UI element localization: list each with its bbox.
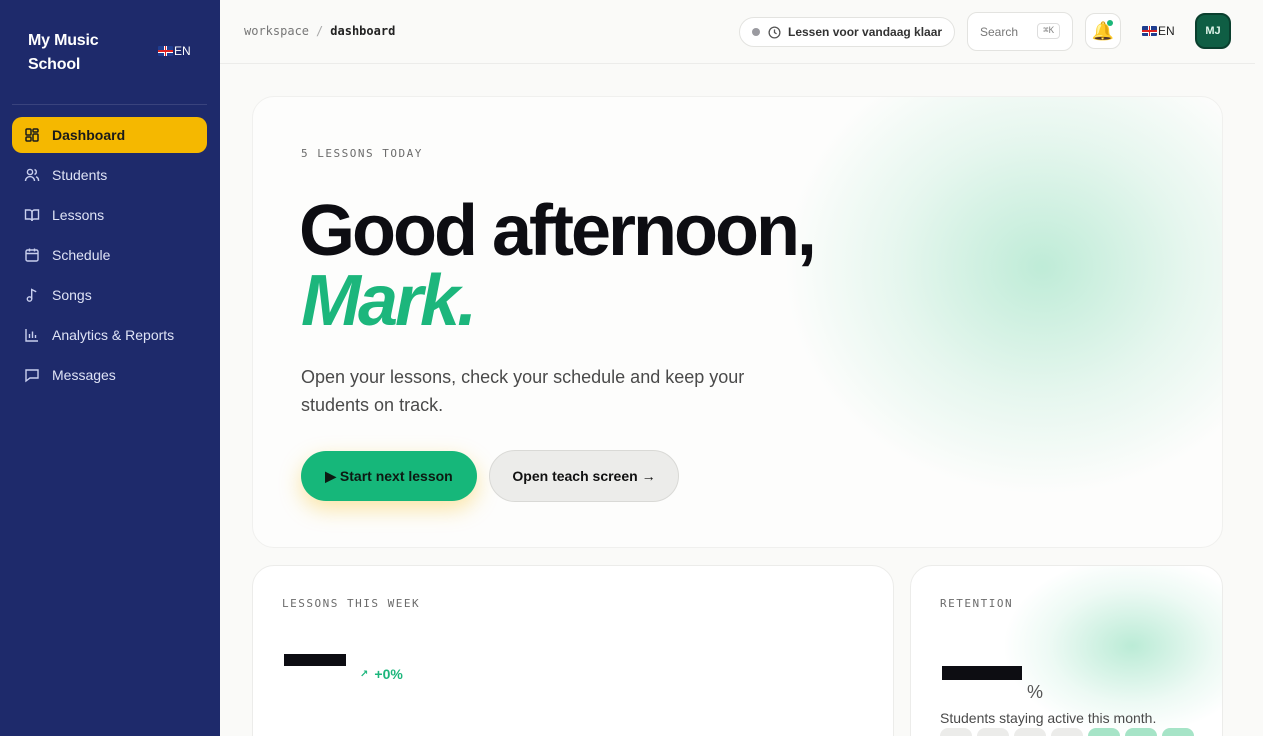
hero-description: Open your lessons, check your schedule a… <box>301 367 745 415</box>
status-text: Lessen voor vandaag klaar <box>788 25 943 39</box>
sidebar-nav: Dashboard Students Lessons Schedule Song… <box>12 117 207 397</box>
search-placeholder: Search <box>980 24 1019 39</box>
sidebar-item-schedule[interactable]: Schedule <box>12 237 207 273</box>
breadcrumb: workspace / dashboard <box>244 24 395 38</box>
start-next-lesson-button[interactable]: ▶ Start next lesson <box>301 451 477 501</box>
sidebar-item-label: Students <box>52 167 108 183</box>
calendar-icon <box>24 247 40 263</box>
clock-icon <box>768 25 781 39</box>
hero-card: 5 LESSONS TODAY Good afternoon, Mark. Op… <box>252 96 1223 548</box>
avatar[interactable]: MJ <box>1195 13 1231 49</box>
sidebar-item-label: Songs <box>52 287 92 303</box>
lessons-week-label: LESSONS THIS WEEK <box>282 597 421 610</box>
brand-name: My Music School <box>28 32 99 73</box>
retention-bar <box>940 728 972 736</box>
uk-flag-icon <box>158 46 173 56</box>
sidebar-item-label: Analytics & Reports <box>52 327 175 343</box>
notification-dot <box>1107 20 1113 26</box>
notifications-button[interactable]: 🔔 <box>1085 13 1121 49</box>
sidebar-item-dashboard[interactable]: Dashboard <box>12 117 207 153</box>
music-note-icon <box>24 287 40 303</box>
topbar: workspace / dashboard Lessen voor vandaag … <box>220 0 1255 64</box>
message-icon <box>24 367 40 383</box>
retention-value-redacted <box>942 666 1022 680</box>
breadcrumb-root[interactable]: workspace <box>244 24 309 38</box>
sidebar-item-label: Schedule <box>52 247 111 263</box>
lessons-today-label: 5 LESSONS TODAY <box>301 147 423 160</box>
retention-card: RETENTION % Students staying active this… <box>910 565 1223 736</box>
language-label: EN <box>1158 24 1175 38</box>
sidebar-item-students[interactable]: Students <box>12 157 207 193</box>
status-badge[interactable]: Lessen voor vandaag klaar <box>739 17 955 47</box>
status-dot-icon <box>752 28 760 36</box>
retention-bar <box>1051 728 1083 736</box>
search-input[interactable]: Search ⌘K <box>967 12 1073 51</box>
uk-flag-icon <box>1142 26 1157 36</box>
retention-label: RETENTION <box>940 597 1014 610</box>
language-label: EN <box>174 44 191 58</box>
retention-bar <box>1014 728 1046 736</box>
breadcrumb-separator: / <box>316 24 324 38</box>
breadcrumb-current: dashboard <box>330 24 396 38</box>
greeting-name: Mark. <box>301 261 477 341</box>
retention-subtitle: Students staying active this month. <box>940 710 1157 726</box>
sidebar-item-label: Lessons <box>52 207 105 223</box>
sidebar-item-label: Messages <box>52 367 116 383</box>
retention-bar <box>977 728 1009 736</box>
sidebar-item-label: Dashboard <box>52 127 126 143</box>
sidebar-item-analytics[interactable]: Analytics & Reports <box>12 317 207 353</box>
retention-bars <box>940 728 1194 736</box>
hero-glow <box>782 97 1222 497</box>
sidebar-item-lessons[interactable]: Lessons <box>12 197 207 233</box>
retention-unit: % <box>1027 682 1044 702</box>
open-teach-screen-button[interactable]: Open teach screen → <box>489 450 679 502</box>
sidebar: My Music School EN Dashboard Students Le… <box>0 0 220 736</box>
greeting-heading: Good afternoon, <box>299 191 817 271</box>
language-switcher[interactable]: EN <box>158 44 191 58</box>
lessons-week-card: LESSONS THIS WEEK ↗ +0% <box>252 565 894 736</box>
language-switcher-top[interactable]: EN <box>1142 24 1175 38</box>
bar-chart-icon <box>24 327 40 343</box>
retention-bar <box>1088 728 1120 736</box>
retention-bar <box>1162 728 1194 736</box>
arrow-up-right-icon: ↗ <box>360 668 369 680</box>
retention-bar <box>1125 728 1157 736</box>
sidebar-divider <box>12 104 207 105</box>
book-icon <box>24 207 40 223</box>
lessons-week-value-redacted <box>284 654 346 666</box>
dashboard-icon <box>24 127 40 143</box>
users-icon <box>24 167 40 183</box>
lessons-week-delta: ↗ +0% <box>360 666 403 682</box>
sidebar-item-songs[interactable]: Songs <box>12 277 207 313</box>
search-shortcut: ⌘K <box>1037 23 1060 39</box>
delta-value: +0% <box>374 666 403 682</box>
sidebar-item-messages[interactable]: Messages <box>12 357 207 393</box>
